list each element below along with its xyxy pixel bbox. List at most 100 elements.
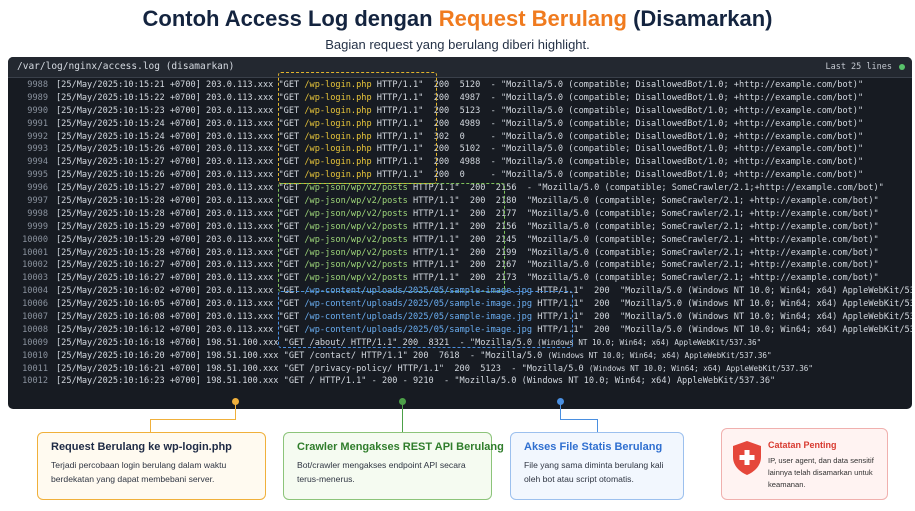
log-suffix: HTTP/1.1" 200 5102 - "Mozilla/5.0 (compa… <box>371 144 864 155</box>
log-line[interactable]: 9994 [25/May/2025:10:15:27 +0700] 203.0.1… <box>8 156 912 169</box>
log-suffix: HTTP/1.1" 200 "Mozilla/5.0 (Windows NT 1… <box>532 286 912 297</box>
log-suffix: HTTP/1.1" 200 2177 "Mozilla/5.0 (compati… <box>407 208 879 219</box>
highlighted-request-path: /wp-json/wp/v2/posts <box>304 196 408 207</box>
line-number: 9989 <box>27 92 48 103</box>
log-prefix: [25/May/2025:10:16:20 +0700] 198.51.100.… <box>56 350 548 361</box>
log-line[interactable]: 9989 [25/May/2025:10:15:22 +0700] 203.0.1… <box>8 92 912 105</box>
line-number: 10010 <box>22 350 48 361</box>
log-line[interactable]: 9990 [25/May/2025:10:15:23 +0700] 203.0.1… <box>8 105 912 118</box>
live-status-dot-icon <box>899 64 905 70</box>
log-file-path: /var/log/nginx/access.log (disamarkan) <box>17 61 235 72</box>
line-number: 9995 <box>27 170 48 181</box>
highlighted-request-path: /wp-login.php <box>304 170 372 181</box>
terminal-title-bar: /var/log/nginx/access.log (disamarkan) L… <box>8 57 912 78</box>
log-suffix: HTTP/1.1" 200 2180 "Mozilla/5.0 (compati… <box>407 196 879 207</box>
log-prefix: [25/May/2025:10:16:27 +0700] 203.0.113.x… <box>56 273 305 284</box>
line-number: 10000 <box>22 234 48 245</box>
highlighted-request-path: /wp-json/wp/v2/posts <box>304 273 408 284</box>
log-line[interactable]: 9991 [25/May/2025:10:15:24 +0700] 203.0.1… <box>8 118 912 131</box>
log-prefix: [25/May/2025:10:15:26 +0700] 203.0.113.x… <box>56 144 305 155</box>
line-number: 10004 <box>22 286 48 297</box>
line-number: 9988 <box>27 80 48 90</box>
log-line[interactable]: 10011 [25/May/2025:10:16:21 +0700] 198.51… <box>8 363 912 376</box>
log-line[interactable]: 9996 [25/May/2025:10:15:27 +0700] 203.0.1… <box>8 182 912 195</box>
log-line[interactable]: 10000 [25/May/2025:10:15:29 +0700] 203.0.… <box>8 234 912 247</box>
title-part1: Contoh Access Log dengan <box>142 6 439 31</box>
log-prefix: [25/May/2025:10:15:28 +0700] 203.0.113.x… <box>56 247 305 258</box>
log-suffix: HTTP/1.1" 200 4987 - "Mozilla/5.0 (compa… <box>371 92 864 103</box>
log-suffix: HTTP/1.1" 200 2145 "Mozilla/5.0 (compati… <box>407 234 879 245</box>
log-prefix: [25/May/2025:10:15:24 +0700] 203.0.113.x… <box>56 131 305 142</box>
log-prefix: [25/May/2025:10:16:12 +0700] 203.0.113.x… <box>56 324 305 335</box>
terminal-window: /var/log/nginx/access.log (disamarkan) L… <box>8 57 912 409</box>
important-note: Catatan Penting IP, user agent, dan data… <box>721 428 888 500</box>
log-line[interactable]: 10003 [25/May/2025:10:16:27 +0700] 203.0.… <box>8 272 912 285</box>
connector-hline-wp-login <box>150 419 236 420</box>
connector-wp-login-down <box>150 419 151 432</box>
log-suffix: HTTP/1.1" 200 "Mozilla/5.0 (Windows NT 1… <box>532 312 912 323</box>
log-line[interactable]: 9998 [25/May/2025:10:15:28 +0700] 203.0.1… <box>8 208 912 221</box>
page-title: Contoh Access Log dengan Request Berulan… <box>0 6 915 32</box>
note-body: IP, user agent, dan data sensitif lainny… <box>768 456 874 489</box>
log-suffix: HTTP/1.1" 200 0 - "Mozilla/5.0 (compatib… <box>371 170 864 181</box>
card-title: Akses File Statis Berulang <box>524 441 663 453</box>
log-line[interactable]: 10001 [25/May/2025:10:15:28 +0700] 203.0.… <box>8 247 912 260</box>
log-suffix: HTTP/1.1" 200 5123 - "Mozilla/5.0 (compa… <box>371 105 864 116</box>
card-static-files: Akses File Statis Berulang File yang sam… <box>510 432 684 500</box>
note-title: Catatan Penting <box>768 440 837 450</box>
line-number: 10002 <box>22 260 48 271</box>
highlighted-request-path: /wp-json/wp/v2/posts <box>304 247 408 258</box>
connector-dot-wp-login-icon <box>232 398 239 405</box>
log-line[interactable]: 9999 [25/May/2025:10:15:29 +0700] 203.0.1… <box>8 221 912 234</box>
highlighted-request-path: /wp-login.php <box>304 144 372 155</box>
shield-plus-icon <box>733 441 761 475</box>
line-number: 9993 <box>27 144 48 155</box>
log-prefix: [25/May/2025:10:15:24 +0700] 203.0.113.x… <box>56 118 305 129</box>
log-prefix: [25/May/2025:10:15:28 +0700] 203.0.113.x… <box>56 208 305 219</box>
log-line[interactable]: 10009 [25/May/2025:10:16:18 +0700] 198.51… <box>8 337 912 350</box>
highlighted-request-path: /wp-login.php <box>304 92 372 103</box>
card-body: Bot/crawler mengakses endpoint API secar… <box>297 460 466 484</box>
log-line[interactable]: 10010 [25/May/2025:10:16:20 +0700] 198.51… <box>8 350 912 363</box>
highlighted-request-path: /wp-login.php <box>304 105 372 116</box>
highlighted-request-path: /wp-json/wp/v2/posts <box>304 183 408 194</box>
log-line[interactable]: 10006 [25/May/2025:10:16:05 +0700] 203.0.… <box>8 298 912 311</box>
log-line[interactable]: 9992 [25/May/2025:10:15:24 +0700] 203.0.1… <box>8 131 912 144</box>
log-prefix: [25/May/2025:10:15:27 +0700] 203.0.113.x… <box>56 183 305 194</box>
log-line[interactable]: 10007 [25/May/2025:10:16:08 +0700] 203.0.… <box>8 311 912 324</box>
log-prefix: [25/May/2025:10:15:22 +0700] 203.0.113.x… <box>56 92 305 103</box>
line-count-status: Last 25 lines <box>825 62 892 72</box>
log-prefix: [25/May/2025:10:16:08 +0700] 203.0.113.x… <box>56 312 305 323</box>
title-highlight: Request Berulang <box>438 6 627 31</box>
log-line[interactable]: 9997 [25/May/2025:10:15:28 +0700] 203.0.1… <box>8 195 912 208</box>
log-prefix: [25/May/2025:10:16:27 +0700] 203.0.113.x… <box>56 260 305 271</box>
card-rest-api: Crawler Mengakses REST API Berulang Bot/… <box>283 432 504 500</box>
log-line[interactable]: 10012 [25/May/2025:10:16:23 +0700] 198.51… <box>8 375 912 388</box>
log-prefix: [25/May/2025:10:16:23 +0700] 198.51.100.… <box>56 376 776 387</box>
log-suffix: HTTP/1.1" 200 "Mozilla/5.0 (Windows NT 1… <box>532 324 912 335</box>
line-number: 9990 <box>27 105 48 116</box>
line-number: 10012 <box>22 376 48 387</box>
log-line[interactable]: 9995 [25/May/2025:10:15:26 +0700] 203.0.1… <box>8 169 912 182</box>
line-number: 10003 <box>22 273 48 284</box>
log-prefix: [25/May/2025:10:16:05 +0700] 203.0.113.x… <box>56 299 305 310</box>
log-line[interactable]: 9988 [25/May/2025:10:15:21 +0700] 203.0.1… <box>8 79 912 92</box>
line-number: 9992 <box>27 131 48 142</box>
log-lines[interactable]: 9988 [25/May/2025:10:15:21 +0700] 203.0.1… <box>8 79 912 388</box>
line-number: 10011 <box>22 363 48 374</box>
card-body: File yang sama diminta berulang kali ole… <box>524 460 664 484</box>
log-line[interactable]: 9993 [25/May/2025:10:15:26 +0700] 203.0.1… <box>8 143 912 156</box>
line-number: 9999 <box>27 221 48 232</box>
log-prefix: [25/May/2025:10:15:29 +0700] 203.0.113.x… <box>56 234 305 245</box>
log-prefix: [25/May/2025:10:15:26 +0700] 203.0.113.x… <box>56 170 305 181</box>
connector-dot-rest-api-icon <box>399 398 406 405</box>
log-line[interactable]: 10008 [25/May/2025:10:16:12 +0700] 203.0.… <box>8 324 912 337</box>
card-wp-login: Request Berulang ke wp-login.php Terjadi… <box>37 432 266 500</box>
connector-rest-api <box>402 401 403 432</box>
log-line[interactable]: 10004 [25/May/2025:10:16:02 +0700] 203.0.… <box>8 285 912 298</box>
log-suffix: (Windows NT 10.0; Win64; x64) AppleWebKi… <box>537 337 762 347</box>
log-prefix: [25/May/2025:10:15:23 +0700] 203.0.113.x… <box>56 105 305 116</box>
log-suffix: HTTP/1.1" 200 5120 - "Mozilla/5.0 (compa… <box>371 80 864 90</box>
log-suffix: (Windows NT 10.0; Win64; x64) AppleWebKi… <box>547 350 772 360</box>
log-line[interactable]: 10002 [25/May/2025:10:16:27 +0700] 203.0.… <box>8 259 912 272</box>
